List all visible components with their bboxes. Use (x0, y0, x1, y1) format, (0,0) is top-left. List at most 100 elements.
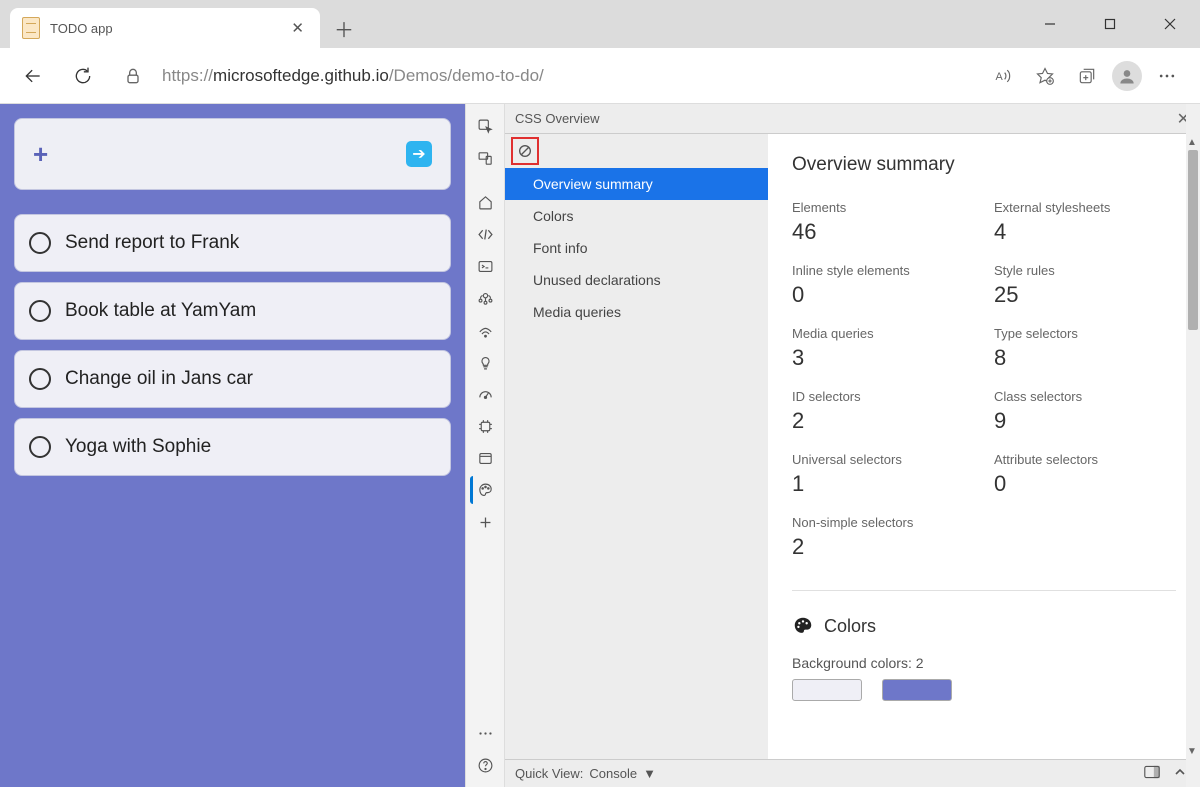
stat-label: External stylesheets (994, 200, 1176, 215)
css-overview-panel: CSS Overview ✕ Overview summaryColorsFon… (505, 104, 1200, 787)
welcome-icon[interactable] (471, 188, 499, 216)
overview-content: Overview summary Elements46External styl… (768, 134, 1200, 759)
tab-title: TODO app (50, 21, 277, 36)
stat: Media queries 3 (792, 326, 974, 371)
quickview-label: Quick View: (515, 766, 583, 781)
scroll-down-icon[interactable]: ▼ (1186, 745, 1198, 757)
favicon-icon (22, 17, 40, 39)
submit-arrow-button[interactable]: ➔ (406, 141, 432, 167)
profile-button[interactable] (1112, 61, 1142, 91)
todo-item[interactable]: Book table at YamYam (14, 282, 451, 340)
dock-icon[interactable] (1140, 763, 1164, 784)
stat: Class selectors9 (994, 389, 1176, 434)
sources-icon[interactable] (471, 284, 499, 312)
console-icon[interactable] (471, 252, 499, 280)
plus-icon: + (33, 139, 48, 170)
color-swatch[interactable] (882, 679, 952, 701)
lightbulb-icon[interactable] (471, 348, 499, 376)
palette-icon (792, 615, 814, 637)
todo-item[interactable]: Yoga with Sophie (14, 418, 451, 476)
scrollbar[interactable]: ▲ ▼ (1186, 104, 1200, 787)
minimize-button[interactable] (1020, 0, 1080, 48)
toolbar: https://microsoftedge.github.io/Demos/de… (0, 48, 1200, 104)
nav-item[interactable]: Media queries (505, 296, 768, 328)
todo-checkbox[interactable] (29, 368, 51, 390)
browser-tab[interactable]: TODO app ✕ (10, 8, 320, 48)
stat-value: 2 (792, 534, 974, 560)
new-tab-button[interactable]: ＋ (326, 10, 362, 46)
menu-button[interactable] (1150, 59, 1184, 93)
devtools-activity-bar (465, 104, 505, 787)
nav-item[interactable]: Overview summary (505, 168, 768, 200)
elements-icon[interactable] (471, 220, 499, 248)
colors-heading: Colors (824, 616, 876, 637)
bg-colors-label: Background colors: 2 (792, 655, 1176, 671)
stat-label: Attribute selectors (994, 452, 1176, 467)
read-aloud-icon[interactable]: A (986, 59, 1020, 93)
close-window-button[interactable] (1140, 0, 1200, 48)
titlebar: TODO app ✕ ＋ (0, 0, 1200, 48)
help-icon[interactable] (471, 751, 499, 779)
dropdown-icon[interactable]: ▼ (643, 766, 656, 781)
new-todo-input[interactable]: + ➔ (14, 118, 451, 190)
todo-checkbox[interactable] (29, 436, 51, 458)
refresh-button[interactable] (66, 59, 100, 93)
stat: External stylesheets4 (994, 200, 1176, 245)
nav-item[interactable]: Font info (505, 232, 768, 264)
scroll-up-icon[interactable]: ▲ (1186, 136, 1198, 148)
back-button[interactable] (16, 59, 50, 93)
address-bar[interactable]: https://microsoftedge.github.io/Demos/de… (116, 59, 970, 93)
todo-text: Book table at YamYam (65, 300, 256, 322)
todo-checkbox[interactable] (29, 300, 51, 322)
window-buttons (1020, 0, 1200, 48)
favorites-icon[interactable] (1028, 59, 1062, 93)
stat: Universal selectors1 (792, 452, 974, 497)
colors-section: Colors Background colors: 2 (792, 590, 1176, 701)
stat: Type selectors 8 (994, 326, 1176, 371)
memory-icon[interactable] (471, 412, 499, 440)
stat-value: 0 (994, 471, 1176, 497)
network-icon[interactable] (471, 316, 499, 344)
more-tools-icon[interactable] (471, 508, 499, 536)
device-toggle-icon[interactable] (471, 144, 499, 172)
svg-text:A: A (996, 71, 1004, 83)
stat-label: Inline style elements (792, 263, 974, 278)
todo-app: + ➔ Send report to Frank Book table at Ya… (0, 104, 465, 787)
quick-view-bar: Quick View: Console ▼ (505, 759, 1200, 787)
scroll-thumb[interactable] (1188, 150, 1198, 330)
performance-icon[interactable] (471, 380, 499, 408)
todo-checkbox[interactable] (29, 232, 51, 254)
settings-more-icon[interactable] (471, 719, 499, 747)
stat-label: Media queries (792, 326, 974, 341)
maximize-button[interactable] (1080, 0, 1140, 48)
stat: ID selectors2 (792, 389, 974, 434)
application-icon[interactable] (471, 444, 499, 472)
inspect-icon[interactable] (471, 112, 499, 140)
url-text: https://microsoftedge.github.io/Demos/de… (162, 66, 544, 86)
css-overview-icon[interactable] (470, 476, 498, 504)
nav-item[interactable]: Colors (505, 200, 768, 232)
stat-label: Non-simple selectors (792, 515, 974, 530)
stat-value: 8 (994, 345, 1176, 371)
panel-header: CSS Overview ✕ (505, 104, 1200, 134)
stat-label: Elements (792, 200, 974, 215)
overview-nav: Overview summaryColorsFont infoUnused de… (505, 134, 768, 759)
todo-text: Change oil in Jans car (65, 368, 253, 390)
stat-label: Style rules (994, 263, 1176, 278)
stat: Style rules25 (994, 263, 1176, 308)
quickview-value[interactable]: Console (589, 766, 637, 781)
close-tab-icon[interactable]: ✕ (287, 15, 308, 41)
stat-label: Type selectors (994, 326, 1176, 341)
stat-value: 0 (792, 282, 974, 308)
color-swatch[interactable] (792, 679, 862, 701)
nav-item[interactable]: Unused declarations (505, 264, 768, 296)
stat-value: 1 (792, 471, 974, 497)
collections-icon[interactable] (1070, 59, 1104, 93)
todo-item[interactable]: Change oil in Jans car (14, 350, 451, 408)
stat: Non-simple selectors 2 (792, 515, 974, 560)
stat-value: 2 (792, 408, 974, 434)
stat-value: 3 (792, 345, 974, 371)
lock-icon[interactable] (116, 59, 150, 93)
todo-item[interactable]: Send report to Frank (14, 214, 451, 272)
clear-overview-button[interactable] (511, 137, 539, 165)
